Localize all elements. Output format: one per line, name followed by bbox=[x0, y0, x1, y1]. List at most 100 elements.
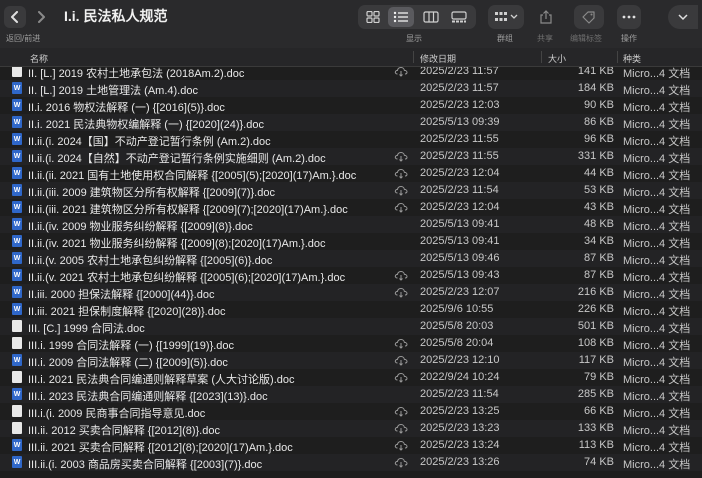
file-row[interactable]: W II.ii.(iv. 2009 物业服务纠纷解释 {[2009](8)}.do… bbox=[0, 216, 702, 233]
file-name: III.i.(i. 2009 民商事合同指导意见.doc bbox=[28, 408, 206, 420]
document-icon bbox=[12, 405, 22, 417]
file-kind: Micro...4 文档 bbox=[623, 187, 691, 199]
file-kind: Micro...4 文档 bbox=[623, 289, 691, 301]
word-document-icon: W bbox=[12, 388, 22, 400]
window-title: I.i. 民法私人规范 bbox=[64, 8, 168, 24]
cloud-download-icon[interactable] bbox=[394, 287, 408, 298]
file-row[interactable]: W III.i. 2009 合同法解释 (二) {[2009](5)}.doc 20… bbox=[0, 352, 702, 369]
file-date: 2025/5/8 20:04 bbox=[420, 337, 494, 349]
word-document-icon: W bbox=[12, 82, 22, 94]
file-kind: Micro...4 文档 bbox=[623, 153, 691, 165]
file-kind: Micro...4 文档 bbox=[623, 136, 691, 148]
file-row[interactable]: W III.ii.(i. 2003 商品房买卖合同解释 {[2003](7)}.d… bbox=[0, 454, 702, 471]
file-name: II. [L.] 2019 土地管理法 (Am.4).doc bbox=[28, 85, 198, 97]
file-name: II.iii. 2000 担保法解释 {[2000](44)}.doc bbox=[28, 289, 215, 301]
file-row[interactable]: W II.ii.(i. 2024【自然】不动产登记暂行条例实施细则 (Am.2).… bbox=[0, 148, 702, 165]
file-size: 133 KB bbox=[577, 422, 614, 434]
gallery-view-button[interactable] bbox=[446, 7, 472, 27]
file-date: 2025/2/23 13:23 bbox=[420, 422, 500, 434]
more-icon bbox=[622, 15, 636, 19]
cloud-download-icon[interactable] bbox=[394, 372, 408, 383]
file-row[interactable]: W II.ii.(ii. 2021 国有土地使用权合同解释 {[2005](5);… bbox=[0, 165, 702, 182]
file-row[interactable]: W II. [L.] 2019 土地管理法 (Am.4).doc 2025/2/23… bbox=[0, 80, 702, 97]
cloud-download-icon[interactable] bbox=[394, 423, 408, 434]
file-row[interactable]: W II.ii.(v. 2005 农村土地承包纠纷解释 {[2005](6)}.d… bbox=[0, 250, 702, 267]
file-row[interactable]: III.i. 2021 民法典合同编通则解释草案 (人大讨论版).doc 2022… bbox=[0, 369, 702, 386]
file-name: II.iii. 2021 担保制度解释 {[2020](28)}.doc bbox=[28, 306, 226, 318]
cloud-download-icon[interactable] bbox=[394, 151, 408, 162]
cloud-download-icon[interactable] bbox=[394, 67, 408, 77]
action-button[interactable] bbox=[617, 5, 641, 29]
file-date: 2025/2/23 11:54 bbox=[420, 184, 499, 196]
word-document-icon: W bbox=[12, 167, 22, 179]
file-kind: Micro...4 文档 bbox=[623, 272, 691, 284]
file-date: 2025/2/23 12:03 bbox=[420, 99, 500, 111]
file-row[interactable]: III.i. 1999 合同法解释 (一) {[1999](19)}.doc 20… bbox=[0, 335, 702, 352]
file-size: 90 KB bbox=[584, 99, 614, 111]
file-row[interactable]: W III.i. 2023 民法典合同编通则解释 {[2023](13)}.doc… bbox=[0, 386, 702, 403]
gallery-icon bbox=[451, 11, 467, 23]
file-kind: Micro...4 文档 bbox=[623, 238, 691, 250]
file-row[interactable]: III. [C.] 1999 合同法.doc 2025/5/8 20:03 501 … bbox=[0, 318, 702, 335]
file-row[interactable]: W III.ii. 2021 买卖合同解释 {[2012](8);[2020](1… bbox=[0, 437, 702, 454]
forward-button[interactable] bbox=[30, 6, 52, 28]
file-row[interactable]: W II.ii.(iv. 2021 物业服务纠纷解释 {[2009](8);[20… bbox=[0, 233, 702, 250]
cloud-download-icon[interactable] bbox=[394, 406, 408, 417]
document-icon bbox=[12, 67, 22, 77]
file-row[interactable]: W II.iii. 2021 担保制度解释 {[2020](28)}.doc 202… bbox=[0, 301, 702, 318]
tag-label: 编辑标签 bbox=[570, 34, 602, 43]
file-name: III. [C.] 1999 合同法.doc bbox=[28, 323, 145, 335]
file-date: 2025/2/23 13:25 bbox=[420, 405, 500, 417]
share-button[interactable] bbox=[533, 5, 559, 29]
cloud-download-icon[interactable] bbox=[394, 185, 408, 196]
file-row[interactable]: II. [L.] 2019 农村土地承包法 (2018Am.2).doc 2025… bbox=[0, 67, 702, 80]
file-row[interactable]: III.i.(i. 2009 民商事合同指导意见.doc 2025/2/23 13… bbox=[0, 403, 702, 420]
list-view-button[interactable] bbox=[388, 7, 414, 27]
file-row[interactable]: W II.ii.(v. 2021 农村土地承包纠纷解释 {[2005](6);[2… bbox=[0, 267, 702, 284]
word-document-icon: W bbox=[12, 150, 22, 162]
group-label: 群组 bbox=[497, 34, 513, 43]
file-name: III.i. 2023 民法典合同编通则解释 {[2023](13)}.doc bbox=[28, 391, 268, 403]
file-date: 2025/5/13 09:41 bbox=[420, 218, 500, 230]
file-size: 53 KB bbox=[584, 184, 614, 196]
cloud-download-icon[interactable] bbox=[394, 457, 408, 468]
cloud-download-icon[interactable] bbox=[394, 355, 408, 366]
cloud-download-icon[interactable] bbox=[394, 338, 408, 349]
column-kind[interactable]: 种类 bbox=[623, 52, 641, 65]
file-name: II.ii.(v. 2021 农村土地承包纠纷解释 {[2005](6);[20… bbox=[28, 272, 346, 284]
toolbar: 返回/前进 I.i. 民法私人规范 显示 群组 共享 编辑标签 操作 bbox=[0, 0, 702, 48]
column-size[interactable]: 大小 bbox=[548, 52, 566, 65]
word-document-icon: W bbox=[12, 456, 22, 468]
cloud-download-icon[interactable] bbox=[394, 168, 408, 179]
file-row[interactable]: III.ii. 2012 买卖合同解释 {[2012](8)}.doc 2025/… bbox=[0, 420, 702, 437]
file-row[interactable]: W II.i. 2021 民法典物权编解释 (一) {[2020](24)}.do… bbox=[0, 114, 702, 131]
file-date: 2025/2/23 11:57 bbox=[420, 67, 499, 77]
file-kind: Micro...4 文档 bbox=[623, 306, 691, 318]
file-row[interactable]: W II.ii.(iii. 2009 建筑物区分所有权解释 {[2009](7)}… bbox=[0, 182, 702, 199]
file-kind: Micro...4 文档 bbox=[623, 68, 691, 80]
back-button[interactable] bbox=[4, 6, 26, 28]
column-view-button[interactable] bbox=[418, 7, 444, 27]
file-row[interactable]: W II.ii.(iii. 2021 建筑物区分所有权解释 {[2009](7);… bbox=[0, 199, 702, 216]
cloud-download-icon[interactable] bbox=[394, 440, 408, 451]
file-row[interactable]: W II.iii. 2000 担保法解释 {[2000](44)}.doc 2025… bbox=[0, 284, 702, 301]
overflow-button[interactable] bbox=[668, 5, 698, 29]
file-size: 44 KB bbox=[584, 167, 614, 179]
file-row[interactable]: W II.ii.(i. 2024【国】不动产登记暂行条例 (Am.2).doc 20… bbox=[0, 131, 702, 148]
file-date: 2025/5/13 09:43 bbox=[420, 269, 500, 281]
finder-window: 返回/前进 I.i. 民法私人规范 显示 群组 共享 编辑标签 操作 名称 修改… bbox=[0, 0, 702, 478]
cloud-download-icon[interactable] bbox=[394, 202, 408, 213]
file-name: II.ii.(i. 2024【自然】不动产登记暂行条例实施细则 (Am.2).d… bbox=[28, 153, 326, 165]
word-document-icon: W bbox=[12, 286, 22, 298]
icon-view-button[interactable] bbox=[360, 7, 386, 27]
column-name[interactable]: 名称 bbox=[30, 52, 48, 65]
file-kind: Micro...4 文档 bbox=[623, 408, 691, 420]
group-button[interactable] bbox=[488, 5, 524, 29]
file-kind: Micro...4 文档 bbox=[623, 357, 691, 369]
cloud-download-icon[interactable] bbox=[394, 270, 408, 281]
header-divider bbox=[541, 51, 542, 63]
column-date[interactable]: 修改日期 bbox=[420, 52, 456, 65]
file-name: III.ii. 2012 买卖合同解释 {[2012](8)}.doc bbox=[28, 425, 220, 437]
edit-tags-button[interactable] bbox=[574, 5, 604, 29]
file-row[interactable]: W II.i. 2016 物权法解释 (一) {[2016](5)}.doc 202… bbox=[0, 97, 702, 114]
